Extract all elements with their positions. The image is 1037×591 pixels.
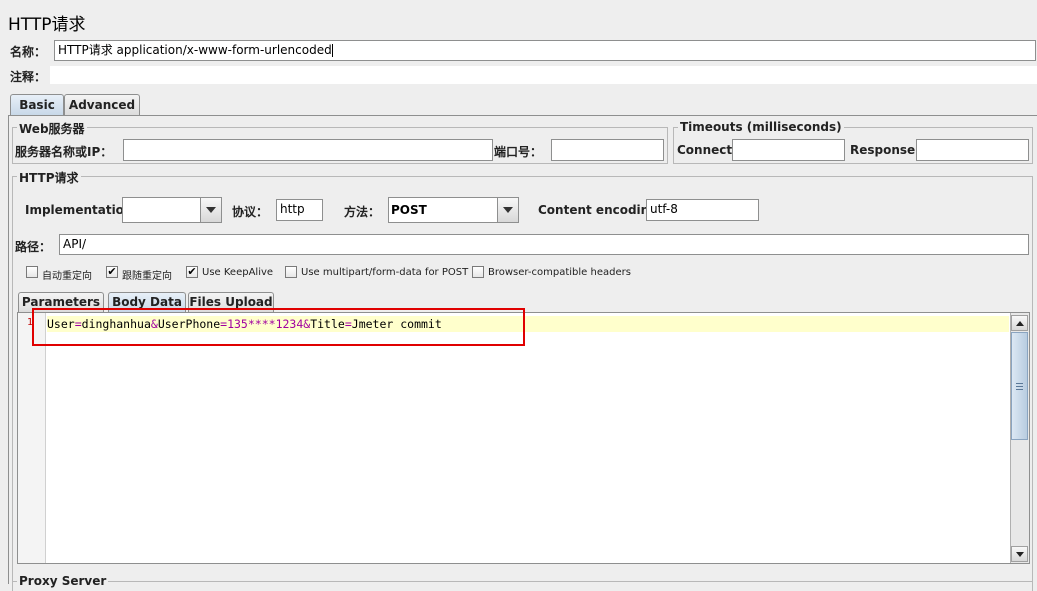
- encoding-label: Content encoding:: [538, 203, 663, 217]
- text-cursor: [331, 44, 333, 57]
- chevron-down-icon: [1015, 551, 1024, 557]
- browser-headers-label: Browser-compatible headers: [488, 267, 631, 278]
- implementation-label: Implementation:: [25, 203, 138, 217]
- chevron-down-icon[interactable]: [497, 198, 518, 222]
- chevron-down-icon[interactable]: [200, 198, 221, 222]
- encoding-input[interactable]: utf-8: [646, 199, 759, 221]
- connect-input[interactable]: [732, 139, 845, 161]
- auto-redirect-checkbox[interactable]: [26, 266, 38, 278]
- body-editor[interactable]: [17, 312, 1030, 564]
- web-server-legend: Web服务器: [17, 120, 87, 137]
- method-value: POST: [391, 203, 427, 217]
- path-input[interactable]: API/: [59, 234, 1029, 255]
- line-gutter: [18, 313, 46, 563]
- chevron-up-icon: [1015, 320, 1024, 326]
- scroll-down-button[interactable]: [1011, 546, 1028, 562]
- scroll-thumb[interactable]: [1011, 332, 1028, 440]
- follow-redirect-label: 跟随重定向: [122, 271, 172, 282]
- page-title: HTTP请求: [8, 15, 86, 35]
- scroll-up-button[interactable]: [1011, 315, 1028, 331]
- keepalive-label: Use KeepAlive: [202, 267, 274, 278]
- multipart-checkbox[interactable]: [285, 266, 297, 278]
- protocol-label: 协议：: [232, 205, 269, 219]
- comment-field[interactable]: [50, 66, 1037, 84]
- auto-redirect-label: 自动重定向: [42, 271, 92, 282]
- comment-label: 注释：: [10, 70, 47, 84]
- name-field[interactable]: HTTP请求 application/x-www-form-urlencoded: [54, 40, 1036, 61]
- proxy-legend: Proxy Server: [17, 574, 109, 588]
- keepalive-checkbox[interactable]: ✔: [186, 266, 198, 278]
- proxy-group: [12, 581, 1033, 591]
- response-input[interactable]: [916, 139, 1029, 161]
- multipart-label: Use multipart/form-data for POST: [301, 267, 469, 278]
- method-select[interactable]: POST: [388, 197, 519, 223]
- name-field-value: HTTP请求 application/x-www-form-urlencoded: [58, 43, 332, 57]
- annotation-box: [32, 308, 525, 346]
- grip-icon: [1016, 382, 1023, 390]
- http-request-legend: HTTP请求: [17, 169, 81, 186]
- server-label: 服务器名称或IP：: [15, 145, 113, 159]
- implementation-select[interactable]: [122, 197, 222, 223]
- server-input[interactable]: [123, 139, 493, 161]
- protocol-input[interactable]: http: [276, 199, 323, 221]
- tab-advanced[interactable]: Advanced: [64, 94, 140, 115]
- path-label: 路径：: [15, 240, 52, 254]
- tab-basic[interactable]: Basic: [10, 94, 64, 115]
- response-label: Response:: [850, 143, 920, 157]
- timeouts-legend: Timeouts (milliseconds): [678, 120, 844, 134]
- name-label: 名称：: [10, 45, 47, 59]
- port-input[interactable]: [551, 139, 664, 161]
- method-label: 方法：: [344, 205, 381, 219]
- browser-headers-checkbox[interactable]: [472, 266, 484, 278]
- port-label: 端口号：: [494, 145, 543, 159]
- follow-redirect-checkbox[interactable]: ✔: [106, 266, 118, 278]
- connect-label: Connect:: [677, 143, 737, 157]
